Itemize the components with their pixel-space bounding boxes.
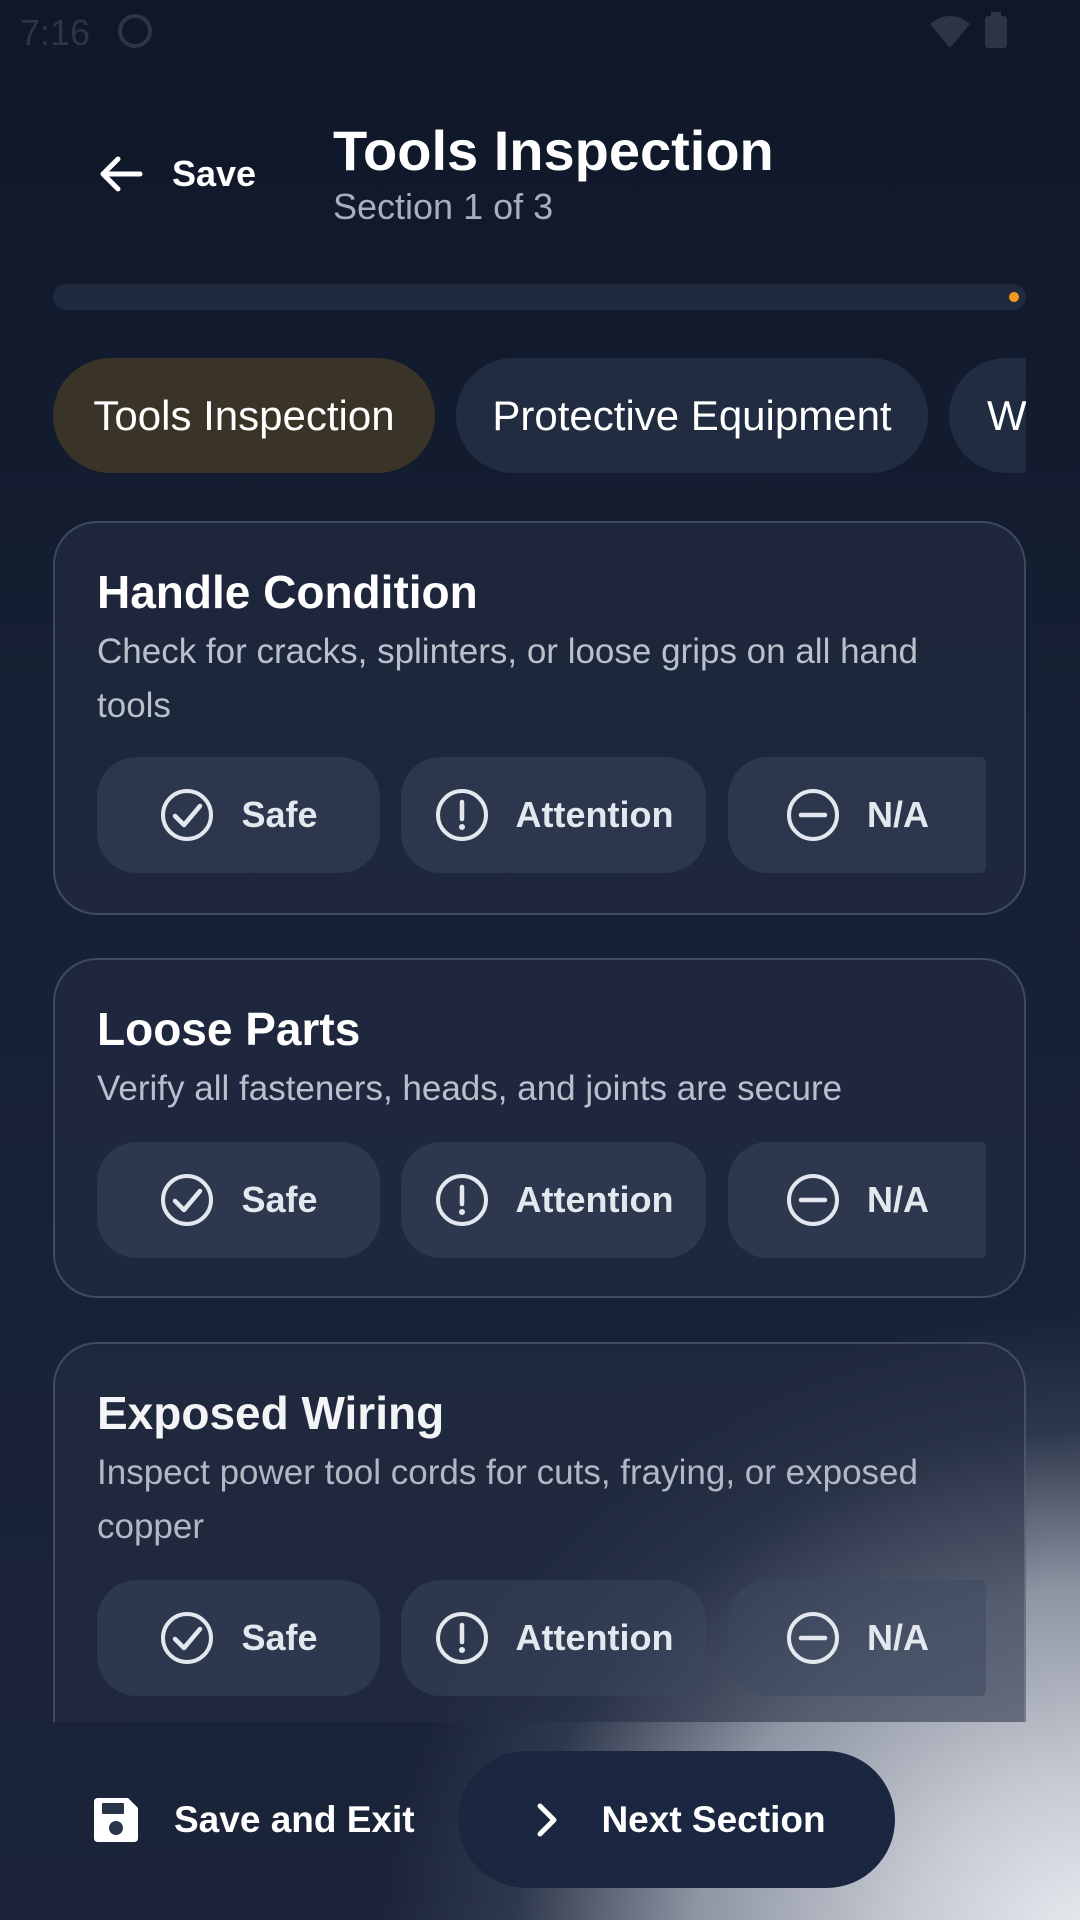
section-progress-bar <box>53 284 1026 310</box>
option-label: N/A <box>867 794 929 835</box>
option-label: Attention <box>515 794 674 835</box>
item-title: Handle Condition <box>97 566 478 618</box>
inspection-item-loose-parts: Loose Parts Verify all fasteners, heads,… <box>53 958 1026 1298</box>
tab-protective-equipment[interactable]: Protective Equipment <box>456 358 928 473</box>
exclamation-circle-icon <box>435 1174 488 1226</box>
exclamation-circle-icon <box>435 1612 488 1664</box>
option-label: Attention <box>515 1617 674 1658</box>
tab-label: Protective Equipment <box>492 391 892 439</box>
tab-work[interactable]: Work <box>949 358 1026 473</box>
save-and-exit-label: Save and Exit <box>174 1799 415 1840</box>
check-circle-icon <box>161 1174 214 1226</box>
na-button[interactable]: N/A <box>728 757 986 873</box>
check-circle-icon <box>161 1612 214 1664</box>
tab-label: Tools Inspection <box>93 391 395 439</box>
option-label: Attention <box>515 1179 674 1220</box>
inspection-item-exposed-wiring: Exposed Wiring Inspect power tool cords … <box>53 1342 1026 1722</box>
minus-circle-icon <box>787 789 839 841</box>
back-save-label: Save <box>172 153 257 194</box>
back-save-button[interactable]: Save <box>96 142 286 206</box>
next-section-label: Next Section <box>601 1798 826 1840</box>
inspection-item-handle-condition: Handle Condition Check for cracks, splin… <box>53 521 1026 915</box>
section-tabs: Tools Inspection Protective Equipment Wo… <box>53 358 1026 473</box>
option-label: Safe <box>241 794 318 835</box>
item-title: Loose Parts <box>97 1003 361 1055</box>
attention-button[interactable]: Attention <box>401 1580 706 1696</box>
tab-tools-inspection[interactable]: Tools Inspection <box>53 358 435 473</box>
minus-circle-icon <box>787 1174 839 1226</box>
floppy-disk-icon <box>94 1798 138 1842</box>
attention-button[interactable]: Attention <box>401 1142 706 1258</box>
exclamation-circle-icon <box>435 789 488 841</box>
safe-button[interactable]: Safe <box>97 1580 380 1696</box>
safe-button[interactable]: Safe <box>97 1142 380 1258</box>
na-button[interactable]: N/A <box>728 1580 986 1696</box>
minus-circle-icon <box>787 1612 839 1664</box>
chevron-right-icon <box>537 1803 557 1836</box>
attention-button[interactable]: Attention <box>401 757 706 873</box>
status-bar: 7:16 <box>0 0 1080 64</box>
next-section-button[interactable]: Next Section <box>458 1751 895 1888</box>
item-title: Exposed Wiring <box>97 1387 445 1439</box>
item-description: Verify all fasteners, heads, and joints … <box>97 1069 843 1108</box>
save-and-exit-button[interactable]: Save and Exit <box>90 1790 415 1850</box>
option-label: N/A <box>867 1179 929 1220</box>
battery-icon <box>985 12 1007 48</box>
tab-label: Work <box>987 391 1026 439</box>
option-label: Safe <box>241 1617 318 1658</box>
arrow-left-icon <box>100 156 143 192</box>
wifi-icon <box>930 16 970 48</box>
option-label: N/A <box>867 1617 929 1658</box>
na-button[interactable]: N/A <box>728 1142 986 1258</box>
progress-fill <box>53 284 1026 310</box>
item-description: Check for cracks, splinters, or loose gr… <box>97 632 918 725</box>
option-label: Safe <box>241 1179 318 1220</box>
check-circle-icon <box>161 789 214 841</box>
section-indicator: Section 1 of 3 <box>333 186 554 227</box>
safe-button[interactable]: Safe <box>97 757 380 873</box>
item-description: Inspect power tool cords for cuts, frayi… <box>97 1453 918 1546</box>
progress-indicator-dot <box>1009 292 1019 302</box>
status-time: 7:16 <box>20 12 91 53</box>
do-not-disturb-icon <box>118 14 152 48</box>
page-title: Tools Inspection <box>333 119 774 182</box>
